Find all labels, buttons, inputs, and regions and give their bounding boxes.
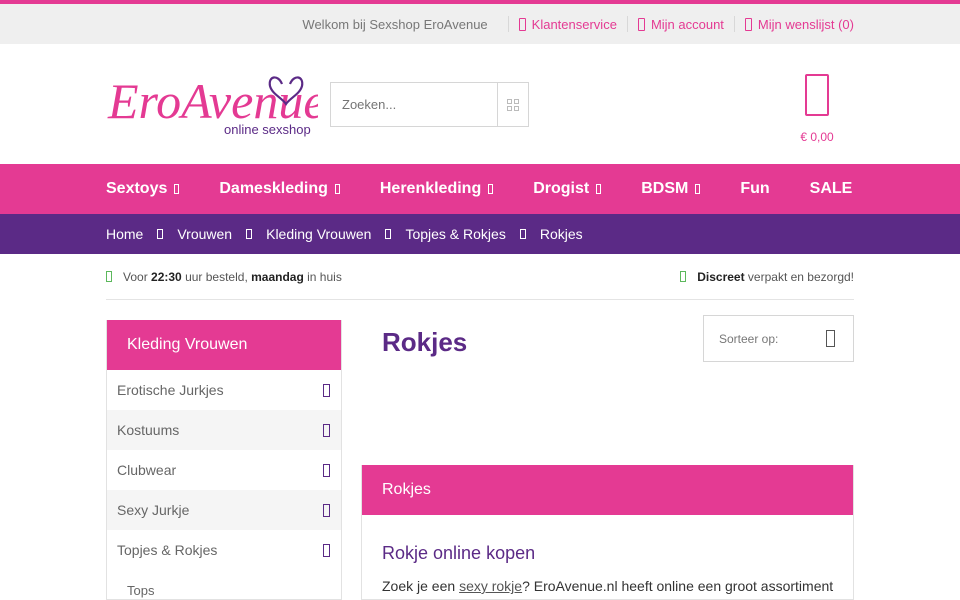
sidebar-item-label: Topjes & Rokjes [117, 542, 218, 558]
chevron-down-icon [695, 184, 701, 194]
breadcrumb-label: Rokjes [539, 226, 583, 242]
logo-brand: EroAvenue [107, 73, 318, 129]
usp-bar: Voor 22:30 uur besteld, maandag in huis … [106, 254, 854, 300]
shopping-bag-icon [805, 74, 829, 116]
sidebar-item-label: Erotische Jurkjes [117, 382, 224, 398]
sidebar-item-clubwear[interactable]: Clubwear [107, 450, 341, 490]
sidebar-item-label: Kostuums [117, 422, 180, 438]
chevron-down-icon [488, 184, 494, 194]
chevron-down-icon [174, 184, 180, 194]
description-heading: Rokje online kopen [382, 543, 536, 563]
breadcrumb: Home Vrouwen Kleding Vrouwen Topjes & Ro… [0, 214, 960, 254]
breadcrumb-kleding-vrouwen[interactable]: Kleding Vrouwen [232, 226, 371, 242]
nav-item-fun[interactable]: Fun [740, 180, 769, 198]
logo-tagline: online sexshop [224, 122, 311, 137]
search-icon [507, 98, 519, 111]
category-description-panel: Rokjes Rokje online kopen Zoek je een se… [361, 465, 854, 600]
breadcrumb-label: Home [106, 226, 144, 242]
check-icon [106, 271, 112, 282]
nav-item-dameskleding[interactable]: Dameskleding [219, 180, 340, 198]
eroavenue-logo[interactable]: EroAvenue online sexshop [106, 68, 326, 140]
divider [733, 16, 735, 32]
search-box [330, 82, 529, 127]
usp-discreet-text: Discreet verpakt en bezorgd! [697, 269, 854, 284]
sidebar-item-topjes-rokjes[interactable]: Topjes & Rokjes [107, 530, 341, 570]
nav-label: Drogist [533, 180, 590, 197]
chevron-down-icon [826, 330, 835, 347]
sexy-rokje-link[interactable]: sexy rokje [459, 578, 522, 594]
breadcrumb-topjes-rokjes[interactable]: Topjes & Rokjes [371, 226, 506, 242]
chevron-right-icon [385, 229, 392, 239]
sort-label: Sorteer op: [719, 331, 779, 346]
sidebar-item-erotische-jurkjes[interactable]: Erotische Jurkjes [107, 370, 341, 410]
chevron-down-icon [334, 184, 340, 194]
chevron-right-icon [323, 383, 330, 397]
wishlist-link[interactable]: Mijn wenslijst (0) [744, 16, 854, 32]
nav-item-sextoys[interactable]: Sextoys [106, 180, 180, 198]
top-bar: Welkom bij Sexshop EroAvenue Klantenserv… [0, 4, 960, 44]
usp-discreet: Discreet verpakt en bezorgd! [680, 270, 854, 284]
breadcrumb-vrouwen[interactable]: Vrouwen [143, 226, 232, 242]
chevron-right-icon [246, 229, 253, 239]
breadcrumb-label: Topjes & Rokjes [405, 226, 506, 242]
nav-label: Dameskleding [219, 180, 328, 197]
description-text: Zoek je een sexy rokje? EroAvenue.nl hee… [382, 578, 834, 594]
chevron-right-icon [519, 229, 526, 239]
phone-icon [518, 17, 526, 31]
panel-body: Rokje online kopen Zoek je een sexy rokj… [362, 515, 853, 594]
chevron-right-icon [323, 423, 330, 437]
page-title: Rokjes [382, 327, 468, 357]
customer-service-label: Klantenservice [531, 16, 617, 32]
nav-label: SALE [809, 180, 853, 197]
top-bar-links: Welkom bij Sexshop EroAvenue Klantenserv… [302, 4, 854, 44]
nav-item-sale[interactable]: SALE [810, 180, 853, 198]
divider [626, 16, 628, 32]
nav-label: Herenkleding [379, 180, 482, 197]
chevron-down-icon [323, 543, 330, 557]
check-icon [680, 271, 687, 282]
logo-graphic: EroAvenue online sexshop [107, 73, 326, 137]
nav-item-herenkleding[interactable]: Herenkleding [379, 180, 494, 198]
sidebar-item-label: Clubwear [117, 462, 177, 478]
nav-label: BDSM [641, 180, 689, 197]
chevron-right-icon [157, 229, 164, 239]
search-button[interactable] [497, 83, 528, 126]
nav-item-bdsm[interactable]: BDSM [641, 180, 701, 198]
nav-label: Sextoys [106, 180, 168, 197]
user-icon [637, 17, 645, 31]
heart-icon [744, 17, 752, 31]
breadcrumb-label: Kleding Vrouwen [266, 226, 372, 242]
sidebar-item-label: Sexy Jurkje [117, 502, 190, 518]
chevron-right-icon [323, 463, 330, 477]
sidebar-subitem-tops[interactable]: Tops [107, 570, 341, 600]
my-account-link[interactable]: Mijn account [637, 16, 724, 32]
nav-item-drogist[interactable]: Drogist [533, 180, 602, 198]
wishlist-label: Mijn wenslijst (0) [757, 16, 854, 32]
sort-dropdown[interactable]: Sorteer op: [703, 315, 854, 362]
sidebar-item-kostuums[interactable]: Kostuums [107, 410, 341, 450]
divider [507, 16, 509, 32]
breadcrumb-home[interactable]: Home [106, 226, 143, 242]
cart-total: € 0,00 [800, 130, 834, 144]
chevron-down-icon [596, 184, 602, 194]
cart-button[interactable]: € 0,00 [790, 74, 844, 150]
category-sidebar: Kleding Vrouwen Erotische Jurkjes Kostuu… [106, 320, 342, 600]
panel-title: Rokjes [362, 465, 853, 515]
breadcrumb-label: Vrouwen [177, 226, 233, 242]
nav-label: Fun [740, 180, 770, 197]
usp-delivery-text: Voor 22:30 uur besteld, maandag in huis [123, 269, 342, 284]
main-navigation: Sextoys Dameskleding Herenkleding Drogis… [0, 164, 960, 214]
chevron-right-icon [323, 503, 330, 517]
usp-delivery: Voor 22:30 uur besteld, maandag in huis [106, 270, 342, 284]
welcome-text: Welkom bij Sexshop EroAvenue [302, 16, 488, 32]
sidebar-item-sexy-jurkje[interactable]: Sexy Jurkje [107, 490, 341, 530]
search-input[interactable] [331, 83, 497, 126]
sidebar-title: Kleding Vrouwen [107, 320, 341, 370]
customer-service-link[interactable]: Klantenservice [518, 16, 617, 32]
my-account-label: Mijn account [650, 16, 724, 32]
breadcrumb-rokjes: Rokjes [506, 226, 583, 242]
